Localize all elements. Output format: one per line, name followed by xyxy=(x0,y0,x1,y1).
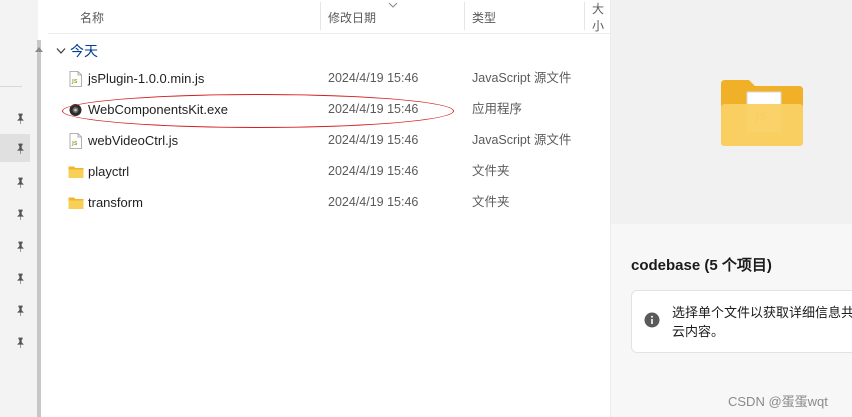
pin-icon[interactable] xyxy=(12,174,28,190)
nav-scrollbar[interactable] xyxy=(37,40,41,417)
file-name: jsPlugin-1.0.0.min.js xyxy=(88,71,205,86)
svg-text:JS: JS xyxy=(71,141,78,147)
pin-icon[interactable] xyxy=(12,302,28,318)
file-name: transform xyxy=(88,195,143,210)
file-date: 2024/4/19 15:46 xyxy=(328,195,419,209)
file-list: 名称 修改日期 类型 大小 今天 JS jsPlugin-1.0.0.min.j… xyxy=(48,0,610,417)
column-header-bar: 名称 修改日期 类型 大小 xyxy=(48,0,610,34)
info-icon xyxy=(644,312,660,328)
info-text: 选择单个文件以获取详细信息共享云内容。 xyxy=(672,305,852,339)
pin-icon[interactable] xyxy=(12,270,28,286)
file-row[interactable]: JS jsPlugin-1.0.0.min.js 2024/4/19 15:46… xyxy=(48,63,610,94)
pin-icon[interactable] xyxy=(12,206,28,222)
file-row[interactable]: WebComponentsKit.exe 2024/4/19 15:46 应用程… xyxy=(48,94,610,125)
exe-file-icon xyxy=(69,104,82,116)
file-row[interactable]: JS webVideoCtrl.js 2024/4/19 15:46 JavaS… xyxy=(48,125,610,156)
info-card: 选择单个文件以获取详细信息共享云内容。 xyxy=(631,290,852,353)
details-pane: JS codebase (5 个项目) 选择单个文件以获取详细信息共享云内容。 xyxy=(610,0,852,417)
preview-area: JS xyxy=(611,0,852,224)
file-date: 2024/4/19 15:46 xyxy=(328,164,419,178)
scroll-up-arrow-icon[interactable] xyxy=(35,46,43,52)
file-type: JavaScript 源文件 xyxy=(472,133,572,147)
file-row[interactable]: playctrl 2024/4/19 15:46 文件夹 xyxy=(48,156,610,187)
file-type: 文件夹 xyxy=(472,164,510,178)
folder-icon xyxy=(68,166,84,178)
pin-icon[interactable] xyxy=(12,334,28,350)
js-file-icon: JS xyxy=(69,133,82,149)
file-type: 文件夹 xyxy=(472,195,510,209)
group-header-today[interactable]: 今天 xyxy=(56,40,98,62)
pin-icon[interactable] xyxy=(0,134,30,162)
watermark: CSDN @蛋蛋wqt xyxy=(728,394,828,409)
pin-icon[interactable] xyxy=(12,238,28,254)
column-header-type[interactable]: 类型 xyxy=(464,0,584,34)
file-row[interactable]: transform 2024/4/19 15:46 文件夹 xyxy=(48,187,610,218)
navigation-pane xyxy=(0,0,38,417)
column-header-date[interactable]: 修改日期 xyxy=(320,0,464,34)
column-header-size[interactable]: 大小 xyxy=(584,0,610,34)
pin-icon[interactable] xyxy=(12,110,28,126)
file-name: WebComponentsKit.exe xyxy=(88,102,228,117)
file-date: 2024/4/19 15:46 xyxy=(328,133,419,147)
file-type: 应用程序 xyxy=(472,102,523,116)
group-label: 今天 xyxy=(70,43,98,59)
svg-text:JS: JS xyxy=(71,79,78,85)
file-date: 2024/4/19 15:46 xyxy=(328,71,419,85)
column-header-name[interactable]: 名称 xyxy=(72,0,322,34)
folder-icon xyxy=(68,197,84,209)
nav-divider xyxy=(0,86,22,87)
file-type: JavaScript 源文件 xyxy=(472,71,572,85)
folder-preview-icon: JS xyxy=(721,80,803,146)
chevron-down-icon xyxy=(56,48,66,54)
details-title: codebase (5 个项目) xyxy=(631,257,772,274)
file-name: playctrl xyxy=(88,164,130,179)
file-date: 2024/4/19 15:46 xyxy=(328,102,419,116)
js-file-icon: JS xyxy=(69,71,82,87)
file-name: webVideoCtrl.js xyxy=(88,133,179,148)
